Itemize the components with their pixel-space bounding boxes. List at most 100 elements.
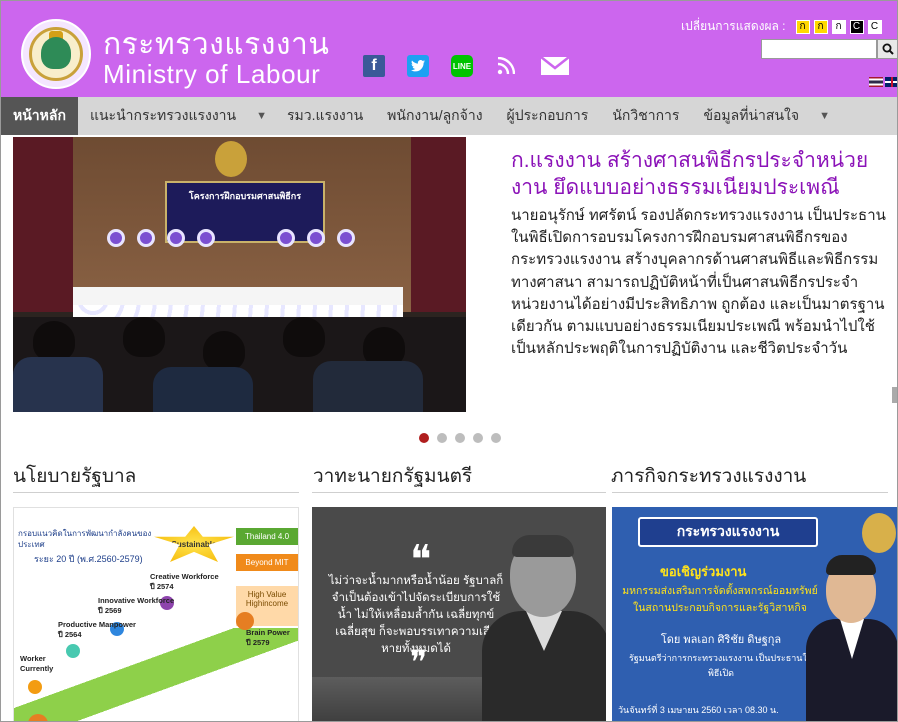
thailand-40-box: Thailand 4.0 xyxy=(236,528,298,545)
hero-scrollbar[interactable] xyxy=(892,387,897,403)
section-divider xyxy=(312,492,606,493)
policy-card[interactable]: กรอบแนวคิดในการพัฒนากำลังคนของประเทศ ระย… xyxy=(13,507,299,721)
hero-photo[interactable]: โครงการฝึกอบรมศาสนพิธีกร xyxy=(13,137,466,412)
beyond-mit-box: Beyond MIT xyxy=(236,554,298,571)
policy-card-period: ระยะ 20 ปี (พ.ศ.2560-2579) xyxy=(34,554,143,564)
mission-description: มหกรรมส่งเสริมการจัดตั้งสหกรณ์ออมทรัพย์ … xyxy=(622,585,818,614)
language-switcher xyxy=(869,77,897,87)
main-nav: หน้าหลัก แนะนำกระทรวงแรงงาน ▼ รมว.แรงงาน… xyxy=(1,97,897,135)
stage-year: ปี 2579 xyxy=(246,638,270,647)
audience-shirt xyxy=(13,357,103,412)
photo-curtain-left xyxy=(13,137,73,312)
slider-dot-5[interactable] xyxy=(491,433,501,443)
flower-wreath-icon xyxy=(107,229,125,247)
slider-dot-2[interactable] xyxy=(437,433,447,443)
audience-head xyxy=(283,317,325,357)
flower-wreath-icon xyxy=(197,229,215,247)
flower-wreath-icon xyxy=(307,229,325,247)
speech-forest-background xyxy=(312,677,492,721)
audience-head xyxy=(123,317,165,357)
mission-role: รัฐมนตรีว่าการกระทรวงแรงงาน เป็นประธานใน… xyxy=(628,653,814,678)
section-title-mission[interactable]: ภารกิจกระทรวงแรงงาน xyxy=(611,461,806,491)
minister-hair xyxy=(826,555,876,575)
photo-seal-icon xyxy=(215,141,247,177)
photo-curtain-right xyxy=(411,137,466,312)
mission-card[interactable]: กระทรวงแรงงาน ขอเชิญร่วมงาน มหกรรมส่งเสร… xyxy=(612,507,897,721)
photo-audience xyxy=(13,317,466,412)
section-divider xyxy=(13,492,299,493)
nav-item-minister[interactable]: รมว.แรงงาน xyxy=(275,97,375,135)
nav-item-home[interactable]: หน้าหลัก xyxy=(1,97,78,135)
envelope-icon xyxy=(540,56,570,75)
search-icon xyxy=(882,43,894,55)
ministry-seal-icon xyxy=(862,513,896,553)
social-links: f LINE xyxy=(363,53,571,79)
stage-name: Worker Currently xyxy=(20,654,54,673)
search-button[interactable] xyxy=(877,39,897,59)
hero-summary: นายอนุรักษ์ ทศรัตน์ รองปลัดกระทรวงแรงงาน… xyxy=(511,207,886,358)
mission-invite: ขอเชิญร่วมงาน xyxy=(660,564,747,579)
prime-minister-photo xyxy=(482,527,606,721)
mission-date: วันจันทร์ที่ 3 เมษายน 2560 เวลา 08.30 น. xyxy=(618,705,779,715)
twitter-bird-icon xyxy=(411,60,425,72)
audience-head xyxy=(33,321,75,361)
stage-label: Creative Workforce ปี 2574 xyxy=(150,572,219,592)
stage-name: Productive Manpower xyxy=(58,620,136,629)
twitter-icon[interactable] xyxy=(407,55,429,77)
display-mode-label: เปลี่ยนการแสดงผล : xyxy=(681,19,786,33)
nav-item-academics[interactable]: นักวิชาการ xyxy=(600,97,691,135)
display-mode-default[interactable]: ก xyxy=(795,19,810,34)
stage-name: Brain Power xyxy=(246,628,290,637)
pm-speech-card[interactable]: ❝ ไม่ว่าจะน้ำมากหรือน้ำน้อย รัฐบาลก็จำเป… xyxy=(312,507,606,721)
audience-shirt xyxy=(153,367,253,412)
mission-card-banner: กระทรวงแรงงาน xyxy=(638,517,818,547)
stage-dot xyxy=(236,612,254,630)
nav-item-employers[interactable]: ผู้ประกอบการ xyxy=(495,97,601,135)
th-flag-icon[interactable] xyxy=(869,77,883,87)
slider-dot-4[interactable] xyxy=(473,433,483,443)
mission-presided-by: โดย พลเอก ศิริชัย ดิษฐกุล xyxy=(660,634,782,646)
stage-year: ปี 2564 xyxy=(58,630,82,639)
mail-icon[interactable] xyxy=(539,55,571,77)
en-flag-icon[interactable] xyxy=(885,77,897,87)
slider-dot-3[interactable] xyxy=(455,433,465,443)
display-mode-larger[interactable]: ก xyxy=(831,19,846,34)
policy-card-heading: กรอบแนวคิดในการพัฒนากำลังคนของประเทศ xyxy=(18,529,152,549)
browser-viewport: กระทรวงแรงงาน Ministry of Labour f LINE … xyxy=(0,0,898,722)
stage-year: ปี 2569 xyxy=(98,606,122,615)
section-title-policy[interactable]: นโยบายรัฐบาล xyxy=(13,461,136,491)
audience-shirt xyxy=(313,361,423,412)
stage-year: ปี 2574 xyxy=(150,582,174,591)
pm-hair xyxy=(512,535,574,557)
stage-label: Brain Power ปี 2579 xyxy=(246,628,298,648)
stage-label: Productive Manpower ปี 2564 xyxy=(58,620,136,640)
chevron-down-icon[interactable]: ▼ xyxy=(248,97,275,135)
display-mode-switcher: เปลี่ยนการแสดงผล : ก ก ก C C xyxy=(681,17,882,36)
flower-wreath-icon xyxy=(337,229,355,247)
nav-item-employees[interactable]: พนักงาน/ลูกจ้าง xyxy=(375,97,494,135)
slider-pagination xyxy=(419,433,501,443)
rss-icon[interactable] xyxy=(495,55,517,77)
site-name-english[interactable]: Ministry of Labour xyxy=(103,59,320,90)
chevron-down-icon[interactable]: ▼ xyxy=(811,97,838,135)
ministry-logo[interactable] xyxy=(21,19,91,89)
nav-item-about[interactable]: แนะนำกระทรวงแรงงาน xyxy=(78,97,248,135)
search-input[interactable] xyxy=(761,39,877,59)
slider-dot-1[interactable] xyxy=(419,433,429,443)
nav-item-info[interactable]: ข้อมูลที่น่าสนใจ xyxy=(691,97,811,135)
flower-wreath-icon xyxy=(167,229,185,247)
stage-name: Creative Workforce xyxy=(150,572,219,581)
hero-headline[interactable]: ก.แรงงาน สร้างศาสนพิธีกรประจำหน่วยงาน ยึ… xyxy=(511,147,891,201)
stage-dot xyxy=(66,644,80,658)
flower-wreath-icon xyxy=(277,229,295,247)
stage-dot xyxy=(28,680,42,694)
display-mode-large[interactable]: ก xyxy=(813,19,828,34)
site-header: กระทรวงแรงงาน Ministry of Labour f LINE … xyxy=(1,1,897,97)
stage-label: Innovative Workforce ปี 2569 xyxy=(98,596,174,616)
display-mode-contrast-dark[interactable]: C xyxy=(849,19,864,34)
section-title-pm-speech[interactable]: วาทะนายกรัฐมนตรี xyxy=(313,461,472,491)
stage-label: Worker Currently xyxy=(20,654,60,674)
display-mode-contrast-light[interactable]: C xyxy=(867,19,882,34)
facebook-icon[interactable]: f xyxy=(363,55,385,77)
line-icon[interactable]: LINE xyxy=(451,55,473,77)
